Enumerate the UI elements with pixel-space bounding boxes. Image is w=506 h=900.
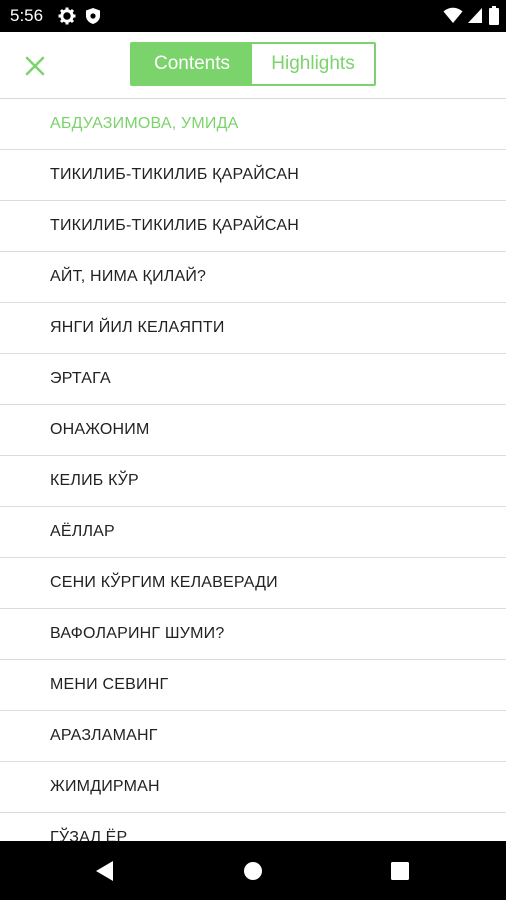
cellular-icon (468, 8, 482, 23)
shield-icon (86, 8, 100, 24)
list-item[interactable]: ОНАЖОНИМ (0, 405, 506, 456)
list-item[interactable]: АЁЛЛАР (0, 507, 506, 558)
gear-icon (58, 7, 76, 25)
top-bar: Contents Highlights (0, 32, 506, 99)
status-bar: 5:56 (0, 0, 506, 32)
close-icon (25, 56, 45, 76)
list-item[interactable]: ГЎЗАЛ ЁР (0, 813, 506, 841)
recents-button[interactable] (389, 859, 411, 888)
list-item-current[interactable]: АБДУАЗИМОВА, УМИДА (0, 99, 506, 150)
close-button[interactable] (20, 51, 50, 81)
home-icon (244, 862, 262, 880)
wifi-icon (443, 7, 463, 23)
list-item[interactable]: ТИКИЛИБ-ТИКИЛИБ ҚАРАЙСАН (0, 201, 506, 252)
list-item[interactable]: АЙТ, НИМА ҚИЛАЙ? (0, 252, 506, 303)
list-item[interactable]: ВАФОЛАРИНГ ШУМИ? (0, 609, 506, 660)
list-item[interactable]: ЭРТАГА (0, 354, 506, 405)
battery-icon (489, 6, 499, 25)
tab-highlights[interactable]: Highlights (252, 44, 374, 84)
navigation-bar (0, 841, 506, 900)
home-button[interactable] (242, 859, 264, 888)
back-button[interactable] (94, 859, 116, 888)
contents-list: АБДУАЗИМОВА, УМИДА ТИКИЛИБ-ТИКИЛИБ ҚАРАЙ… (0, 99, 506, 841)
list-item[interactable]: МЕНИ СЕВИНГ (0, 660, 506, 711)
list-item[interactable]: КЕЛИБ КЎР (0, 456, 506, 507)
tab-contents[interactable]: Contents (132, 44, 252, 84)
back-icon (96, 861, 113, 881)
list-item[interactable]: СЕНИ КЎРГИМ КЕЛАВЕРАДИ (0, 558, 506, 609)
list-item[interactable]: ЯНГИ ЙИЛ КЕЛАЯПТИ (0, 303, 506, 354)
view-toggle: Contents Highlights (130, 42, 376, 86)
recents-icon (391, 862, 409, 880)
list-item[interactable]: ТИКИЛИБ-ТИКИЛИБ ҚАРАЙСАН (0, 150, 506, 201)
list-item[interactable]: АРАЗЛАМАНГ (0, 711, 506, 762)
list-item[interactable]: ЖИМДИРМАН (0, 762, 506, 813)
status-time: 5:56 (10, 6, 44, 25)
